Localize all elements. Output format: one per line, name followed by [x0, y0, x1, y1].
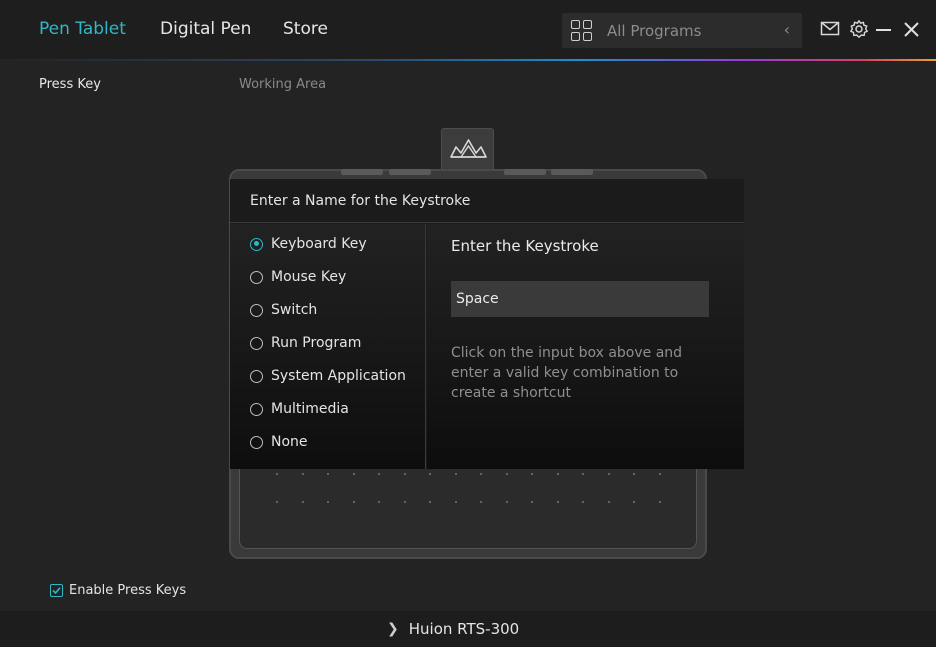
option-label: System Application [271, 368, 406, 384]
huion-logo-tab [441, 128, 494, 170]
press-key-2[interactable] [389, 169, 431, 175]
subtab-working-area[interactable]: Working Area [239, 77, 326, 92]
grid-dot [607, 501, 610, 503]
grid-dot [556, 473, 559, 475]
option-label: Run Program [271, 335, 362, 351]
keystroke-input[interactable] [451, 281, 709, 317]
grid-dot [301, 501, 304, 503]
grid-dot [403, 473, 406, 475]
keystroke-dialog: Enter a Name for the Keystroke Keyboard … [230, 179, 744, 469]
grid-dot [429, 473, 431, 475]
chevron-left-icon[interactable]: ‹ [784, 20, 790, 39]
grid-dot [301, 473, 304, 475]
enable-press-keys-label: Enable Press Keys [69, 582, 187, 598]
huion-logo-icon [450, 139, 487, 158]
grid-dot [582, 501, 584, 503]
press-key-1[interactable] [341, 169, 383, 175]
device-name: Huion RTS-300 [408, 620, 520, 638]
option-label: Switch [271, 302, 318, 318]
grid-dot [429, 501, 431, 503]
keystroke-title: Enter the Keystroke [451, 237, 599, 255]
checkbox-checked-icon[interactable] [50, 583, 63, 597]
radio-icon[interactable] [250, 369, 263, 383]
grid-dot [658, 501, 661, 503]
header-divider [0, 59, 936, 61]
press-key-3[interactable] [504, 169, 546, 175]
tab-pen-tablet[interactable]: Pen Tablet [39, 19, 126, 39]
subtab-press-key[interactable]: Press Key [39, 77, 101, 92]
grid-dot [658, 473, 661, 475]
radio-icon[interactable] [250, 336, 263, 350]
action-type-list: Keyboard Key Mouse Key Switch Run Progra… [230, 224, 426, 469]
option-multimedia[interactable]: Multimedia [250, 399, 349, 419]
radio-checked-icon[interactable] [250, 237, 263, 251]
grid-dot [352, 473, 355, 475]
grid-dot [531, 473, 533, 475]
gear-icon[interactable] [849, 19, 871, 41]
grid-dot [403, 501, 406, 503]
grid-dot [607, 473, 610, 475]
grid-dot [480, 473, 482, 475]
option-keyboard-key[interactable]: Keyboard Key [250, 234, 367, 254]
grid-dot [556, 501, 559, 503]
grid-dot [633, 473, 635, 475]
option-system-application[interactable]: System Application [250, 366, 406, 386]
dialog-header: Enter a Name for the Keystroke [230, 179, 744, 223]
chevron-right-icon: ❯ [387, 621, 399, 637]
grid-dot [378, 473, 380, 475]
keystroke-panel: Enter the Keystroke Click on the input b… [427, 224, 744, 469]
top-bar: Pen Tablet Digital Pen Store All Program… [0, 0, 936, 60]
option-run-program[interactable]: Run Program [250, 333, 361, 353]
grid-dot [352, 501, 355, 503]
dialog-title: Enter a Name for the Keystroke [250, 193, 471, 209]
grid-dot [505, 501, 508, 503]
radio-icon[interactable] [250, 303, 263, 317]
keystroke-help-text: Click on the input box above and enter a… [451, 345, 683, 401]
tab-store[interactable]: Store [283, 19, 328, 39]
option-label: Mouse Key [271, 269, 347, 285]
option-none[interactable]: None [250, 432, 308, 452]
grid-dot [327, 501, 329, 503]
program-selector-label: All Programs [607, 22, 702, 40]
device-footer: ❯ Huion RTS-300 [0, 611, 936, 647]
minimize-icon[interactable] [875, 19, 897, 41]
radio-icon[interactable] [250, 270, 263, 284]
radio-icon[interactable] [250, 402, 263, 416]
enable-press-keys[interactable]: Enable Press Keys [50, 582, 186, 598]
press-key-4[interactable] [551, 169, 593, 175]
grid-dot [454, 473, 457, 475]
grid-dot [276, 501, 278, 503]
option-mouse-key[interactable]: Mouse Key [250, 267, 346, 287]
option-label: None [271, 434, 308, 450]
close-icon[interactable] [903, 19, 925, 41]
program-selector[interactable]: All Programs ‹ [562, 13, 802, 48]
grid-dot [454, 501, 457, 503]
grid-dot [378, 501, 380, 503]
grid-dot [582, 473, 584, 475]
mail-icon[interactable] [820, 19, 842, 41]
option-switch[interactable]: Switch [250, 300, 317, 320]
device-selector[interactable]: ❯ Huion RTS-300 [387, 620, 519, 638]
grid-dot [276, 473, 278, 475]
option-label: Keyboard Key [271, 236, 367, 252]
option-label: Multimedia [271, 401, 349, 417]
grid-dot [531, 501, 533, 503]
grid-dot [505, 473, 508, 475]
grid-icon [571, 20, 593, 42]
grid-dot [480, 501, 482, 503]
radio-icon[interactable] [250, 435, 263, 449]
grid-dot [633, 501, 635, 503]
tab-digital-pen[interactable]: Digital Pen [160, 19, 251, 39]
grid-dot [327, 473, 329, 475]
